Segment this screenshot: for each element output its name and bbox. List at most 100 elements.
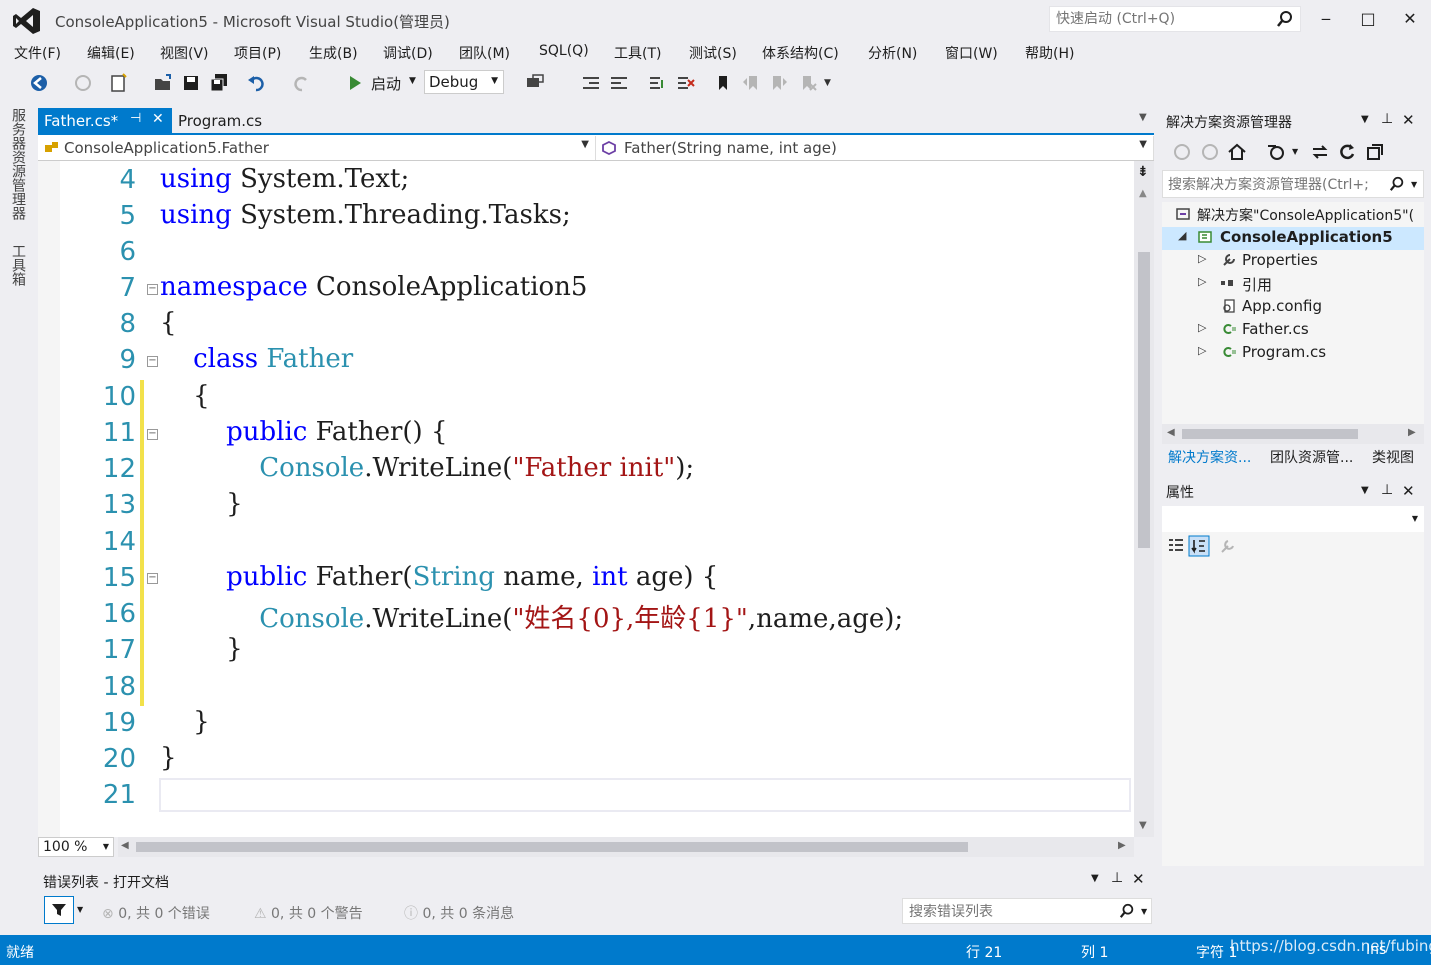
pending-changes-filter-icon[interactable] — [1266, 142, 1286, 162]
menu-project[interactable]: 项目(P) — [234, 43, 281, 63]
solution-explorer-search-box[interactable]: ▼ — [1162, 170, 1424, 198]
comment-lines-icon[interactable] — [646, 72, 668, 94]
code-line[interactable]: { — [160, 381, 210, 411]
scroll-left-icon[interactable]: ◀ — [121, 840, 129, 851]
code-line[interactable]: public Father(String name, int age) { — [160, 562, 718, 592]
forward-icon[interactable] — [1200, 142, 1220, 162]
scroll-left-icon[interactable]: ◀ — [1167, 427, 1175, 438]
server-explorer-tab[interactable]: 服务器资源管理器 — [10, 108, 28, 220]
menu-build[interactable]: 生成(B) — [309, 43, 358, 63]
messages-filter-toggle[interactable]: ⓘ 0, 共 0 条消息 — [404, 903, 514, 923]
code-line[interactable]: } — [160, 707, 210, 737]
menu-analyze[interactable]: 分析(N) — [868, 43, 917, 63]
zoom-level-select[interactable]: 100 % ▼ — [38, 837, 114, 857]
tab-list-dropdown-icon[interactable]: ▼ — [1139, 112, 1147, 123]
attach-process-icon[interactable] — [524, 72, 546, 94]
code-line[interactable]: { — [160, 308, 177, 338]
toolbox-tab[interactable]: 工具箱 — [10, 244, 28, 286]
type-scope-dropdown[interactable]: ConsoleApplication5.Father ▼ — [38, 136, 596, 160]
clear-bookmarks-icon[interactable] — [796, 72, 818, 94]
new-project-icon[interactable] — [108, 72, 130, 94]
collapse-method-icon[interactable]: − — [147, 573, 158, 584]
close-panel-icon[interactable]: ✕ — [1402, 111, 1415, 129]
code-line[interactable]: } — [160, 634, 243, 664]
close-tab-icon[interactable]: ✕ — [152, 111, 164, 127]
menu-test[interactable]: 测试(S) — [689, 43, 737, 63]
pin-panel-icon[interactable]: ⊥ — [1111, 870, 1123, 886]
maximize-button[interactable]: □ — [1354, 7, 1382, 31]
search-icon[interactable] — [1276, 10, 1294, 28]
code-line[interactable]: Console.WriteLine("Father init"); — [160, 453, 694, 483]
redo-icon[interactable] — [290, 72, 312, 94]
warnings-filter-toggle[interactable]: ⚠ 0, 共 0 个警告 — [254, 903, 363, 923]
error-list-search-input[interactable] — [909, 903, 1109, 921]
errors-filter-toggle[interactable]: ⊗ 0, 共 0 个错误 — [102, 903, 210, 923]
start-debugging-icon[interactable] — [344, 72, 366, 94]
save-icon[interactable] — [180, 72, 202, 94]
refresh-icon[interactable] — [1337, 142, 1357, 162]
solution-explorer-search-input[interactable] — [1168, 176, 1380, 194]
code-line[interactable]: Console.WriteLine("姓名{0},年龄{1}",name,age… — [160, 598, 903, 635]
editor-vertical-scroll-thumb[interactable] — [1138, 252, 1150, 548]
code-line[interactable]: using System.Text; — [160, 164, 409, 194]
tree-item-father-cs[interactable]: ▷ Father.cs — [1162, 319, 1424, 342]
tab-team-explorer[interactable]: 团队资源管... — [1270, 447, 1353, 467]
tree-item-project[interactable]: ◢ ConsoleApplication5 — [1162, 227, 1424, 250]
window-position-dropdown-icon[interactable]: ▼ — [1091, 873, 1099, 884]
collapse-class-icon[interactable]: − — [147, 356, 158, 367]
property-pages-icon[interactable] — [1220, 538, 1236, 554]
open-file-icon[interactable] — [152, 72, 174, 94]
decrease-indent-icon[interactable] — [580, 72, 602, 94]
search-options-dropdown-icon[interactable]: ▼ — [1141, 907, 1147, 916]
minimize-button[interactable]: ‒ — [1312, 7, 1340, 31]
close-window-button[interactable]: ✕ — [1396, 7, 1424, 31]
error-list-titlebar[interactable]: 错误列表 - 打开文档 ▼ ⊥ ✕ — [38, 866, 1154, 892]
sync-with-document-icon[interactable] — [1310, 142, 1330, 162]
alphabetical-icon[interactable] — [1188, 535, 1210, 557]
expanded-arrow-icon[interactable]: ◢ — [1178, 229, 1186, 242]
collapsed-arrow-icon[interactable]: ▷ — [1198, 252, 1206, 265]
uncomment-lines-icon[interactable] — [674, 72, 696, 94]
navigate-forward-icon[interactable] — [72, 72, 94, 94]
collapse-all-icon[interactable] — [1365, 142, 1385, 162]
search-icon[interactable] — [1389, 176, 1405, 192]
start-dropdown-icon[interactable]: ▼ — [409, 76, 416, 86]
menu-file[interactable]: 文件(F) — [14, 43, 61, 63]
scroll-up-icon[interactable]: ▲ — [1139, 188, 1147, 199]
code-line[interactable]: public Father() { — [160, 417, 447, 447]
scroll-down-icon[interactable]: ▼ — [1139, 820, 1147, 831]
indicator-margin[interactable] — [38, 161, 60, 837]
scroll-right-icon[interactable]: ▶ — [1118, 840, 1126, 851]
code-line[interactable]: } — [160, 743, 177, 773]
menu-tools[interactable]: 工具(T) — [614, 43, 661, 63]
tab-program-cs[interactable]: Program.cs — [178, 112, 262, 130]
tree-item-properties[interactable]: ▷ Properties — [1162, 250, 1424, 273]
menu-edit[interactable]: 编辑(E) — [87, 43, 135, 63]
categorized-icon[interactable] — [1167, 537, 1185, 555]
close-panel-icon[interactable]: ✕ — [1132, 870, 1145, 888]
menu-team[interactable]: 团队(M) — [459, 43, 510, 63]
scroll-right-icon[interactable]: ▶ — [1408, 427, 1416, 438]
menu-view[interactable]: 视图(V) — [160, 43, 209, 63]
pin-panel-icon[interactable]: ⊥ — [1381, 111, 1393, 127]
start-button-label[interactable]: 启动 — [371, 73, 401, 94]
bookmark-icon[interactable] — [712, 72, 734, 94]
window-position-dropdown-icon[interactable]: ▼ — [1361, 114, 1369, 125]
error-list-search-box[interactable]: ▼ — [902, 898, 1152, 924]
close-panel-icon[interactable]: ✕ — [1402, 482, 1415, 500]
split-editor-icon[interactable]: ⇟ — [1137, 164, 1149, 180]
menu-sql[interactable]: SQL(Q) — [539, 43, 589, 59]
tree-item-solution[interactable]: 解决方案"ConsoleApplication5"( — [1162, 204, 1424, 227]
undo-icon[interactable] — [246, 72, 268, 94]
filter-dropdown-icon[interactable]: ▼ — [77, 905, 83, 914]
toolbar-overflow-icon[interactable]: ▼ — [824, 78, 831, 88]
collapse-namespace-icon[interactable]: − — [147, 284, 158, 295]
tab-father-cs[interactable]: Father.cs* ⊣ ✕ — [38, 108, 172, 134]
member-dropdown[interactable]: Father(String name, int age) ▼ — [598, 136, 1154, 160]
pin-tab-icon[interactable]: ⊣ — [130, 111, 141, 126]
code-line[interactable]: using System.Threading.Tasks; — [160, 200, 571, 230]
menu-help[interactable]: 帮助(H) — [1025, 43, 1074, 63]
menu-window[interactable]: 窗口(W) — [945, 43, 998, 63]
home-icon[interactable] — [1227, 142, 1247, 162]
tree-item-app-config[interactable]: App.config — [1162, 296, 1424, 319]
